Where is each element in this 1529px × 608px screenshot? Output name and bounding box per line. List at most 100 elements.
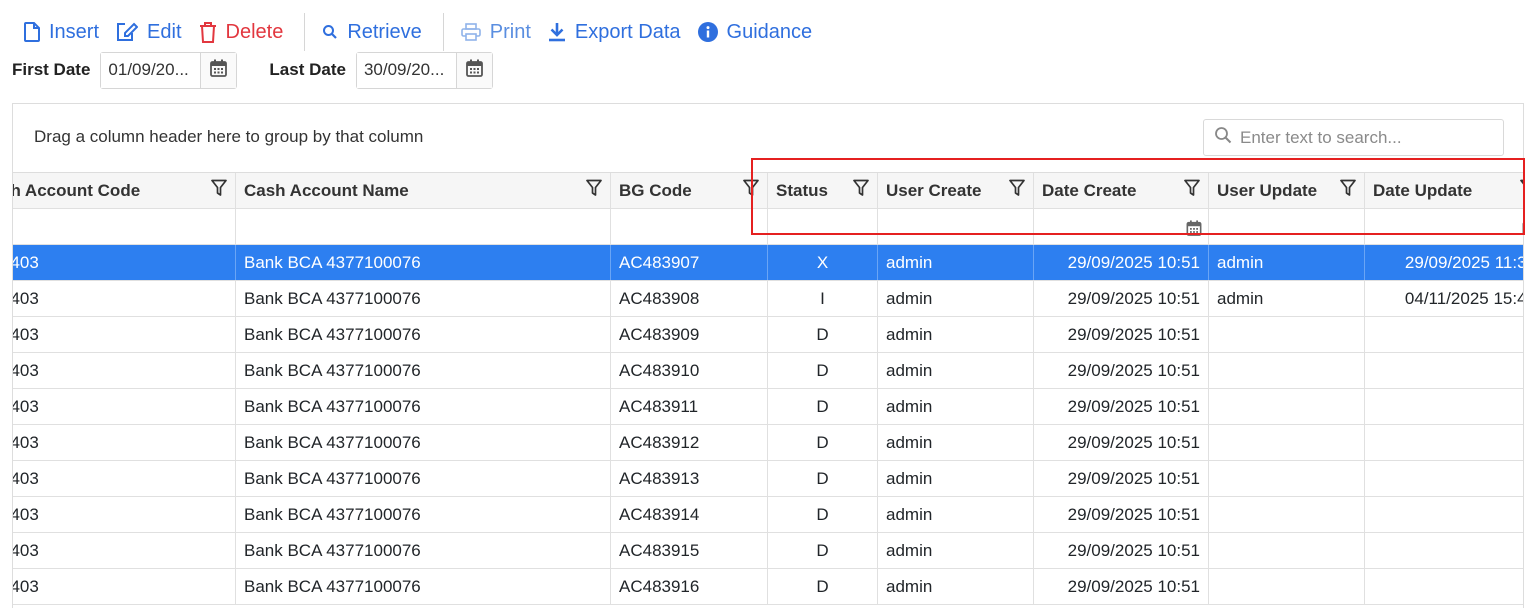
cell-user-create[interactable]: admin — [878, 425, 1034, 460]
cell-status[interactable]: D — [768, 389, 878, 424]
filter-icon[interactable] — [1340, 179, 1356, 202]
cell-cash-account-code[interactable]: 0403 — [13, 245, 236, 280]
cell-cash-account-name[interactable]: Bank BCA 4377100076 — [236, 389, 611, 424]
cell-user-create[interactable]: admin — [878, 317, 1034, 352]
cell-date-update[interactable] — [1365, 353, 1523, 388]
last-date-input[interactable] — [356, 52, 456, 88]
cell-status[interactable]: D — [768, 353, 878, 388]
filter-cell-date-create[interactable] — [1034, 209, 1209, 244]
filter-cell-bg-code[interactable] — [611, 209, 768, 244]
cell-user-update[interactable] — [1209, 425, 1365, 460]
table-row[interactable]: 0403Bank BCA 4377100076AC483909Dadmin29/… — [13, 317, 1523, 353]
column-header-cash-account-name[interactable]: Cash Account Name — [236, 173, 611, 208]
filter-icon[interactable] — [211, 179, 227, 202]
cell-user-update[interactable] — [1209, 533, 1365, 568]
cell-user-update[interactable]: admin — [1209, 281, 1365, 316]
cell-bg-code[interactable]: AC483914 — [611, 497, 768, 532]
column-header-cash-account-code[interactable]: sh Account Code — [13, 173, 236, 208]
column-header-date-create[interactable]: Date Create — [1034, 173, 1209, 208]
insert-button[interactable]: Insert — [20, 13, 112, 51]
cell-cash-account-code[interactable]: 0403 — [13, 281, 236, 316]
cell-user-create[interactable]: admin — [878, 281, 1034, 316]
cell-bg-code[interactable]: AC483913 — [611, 461, 768, 496]
cell-status[interactable]: D — [768, 569, 878, 604]
filter-icon[interactable] — [743, 179, 759, 202]
cell-cash-account-code[interactable]: 0403 — [13, 425, 236, 460]
cell-cash-account-name[interactable]: Bank BCA 4377100076 — [236, 569, 611, 604]
filter-icon[interactable] — [1184, 179, 1200, 202]
cell-cash-account-name[interactable]: Bank BCA 4377100076 — [236, 425, 611, 460]
cell-bg-code[interactable]: AC483911 — [611, 389, 768, 424]
column-header-user-create[interactable]: User Create — [878, 173, 1034, 208]
cell-cash-account-name[interactable]: Bank BCA 4377100076 — [236, 533, 611, 568]
table-row[interactable]: 0403Bank BCA 4377100076AC483916Dadmin29/… — [13, 569, 1523, 605]
cell-date-update[interactable] — [1365, 317, 1523, 352]
first-date-calendar-button[interactable] — [200, 52, 237, 88]
last-date-calendar-button[interactable] — [455, 52, 492, 88]
cell-status[interactable]: D — [768, 425, 878, 460]
table-row[interactable]: 0403Bank BCA 4377100076AC483907Xadmin29/… — [13, 245, 1523, 281]
filter-cell-date-update[interactable] — [1365, 209, 1523, 244]
cell-user-update[interactable] — [1209, 461, 1365, 496]
cell-date-create[interactable]: 29/09/2025 10:51 — [1034, 425, 1209, 460]
cell-date-create[interactable]: 29/09/2025 10:51 — [1034, 497, 1209, 532]
cell-cash-account-code[interactable]: 0403 — [13, 389, 236, 424]
cell-cash-account-code[interactable]: 0403 — [13, 461, 236, 496]
filter-cell-user-create[interactable] — [878, 209, 1034, 244]
table-row[interactable]: 0403Bank BCA 4377100076AC483910Dadmin29/… — [13, 353, 1523, 389]
cell-status[interactable]: D — [768, 497, 878, 532]
table-row[interactable]: 0403Bank BCA 4377100076AC483911Dadmin29/… — [13, 389, 1523, 425]
cell-user-update[interactable] — [1209, 353, 1365, 388]
retrieve-button[interactable]: Retrieve — [318, 13, 434, 51]
cell-date-update[interactable]: 04/11/2025 15:46 — [1365, 281, 1523, 316]
delete-button[interactable]: Delete — [195, 13, 297, 51]
table-row[interactable]: 0403Bank BCA 4377100076AC483913Dadmin29/… — [13, 461, 1523, 497]
cell-cash-account-name[interactable]: Bank BCA 4377100076 — [236, 461, 611, 496]
table-row[interactable]: 0403Bank BCA 4377100076AC483914Dadmin29/… — [13, 497, 1523, 533]
edit-button[interactable]: Edit — [112, 13, 194, 51]
cell-date-update[interactable] — [1365, 425, 1523, 460]
filter-cell-status[interactable] — [768, 209, 878, 244]
grid-search-input[interactable] — [1240, 127, 1500, 148]
cell-user-create[interactable]: admin — [878, 353, 1034, 388]
cell-status[interactable]: I — [768, 281, 878, 316]
cell-user-create[interactable]: admin — [878, 245, 1034, 280]
column-header-bg-code[interactable]: BG Code — [611, 173, 768, 208]
cell-bg-code[interactable]: AC483908 — [611, 281, 768, 316]
cell-bg-code[interactable]: AC483915 — [611, 533, 768, 568]
table-row[interactable]: 0403Bank BCA 4377100076AC483912Dadmin29/… — [13, 425, 1523, 461]
cell-date-update[interactable] — [1365, 389, 1523, 424]
cell-date-create[interactable]: 29/09/2025 10:51 — [1034, 389, 1209, 424]
cell-cash-account-code[interactable]: 0403 — [13, 317, 236, 352]
cell-date-create[interactable]: 29/09/2025 10:51 — [1034, 281, 1209, 316]
cell-status[interactable]: D — [768, 317, 878, 352]
group-panel-hint[interactable]: Drag a column header here to group by th… — [34, 127, 423, 147]
filter-cell-cash-account-code[interactable] — [13, 209, 236, 244]
cell-user-create[interactable]: admin — [878, 497, 1034, 532]
cell-date-update[interactable] — [1365, 497, 1523, 532]
column-header-date-update[interactable]: Date Update — [1365, 173, 1523, 208]
first-date-input[interactable] — [101, 52, 201, 88]
filter-icon[interactable] — [853, 179, 869, 202]
cell-user-update[interactable] — [1209, 569, 1365, 604]
cell-user-create[interactable]: admin — [878, 569, 1034, 604]
cell-cash-account-code[interactable]: 0403 — [13, 533, 236, 568]
cell-bg-code[interactable]: AC483912 — [611, 425, 768, 460]
calendar-icon[interactable] — [1522, 220, 1523, 241]
cell-user-create[interactable]: admin — [878, 533, 1034, 568]
cell-date-update[interactable] — [1365, 533, 1523, 568]
cell-user-update[interactable] — [1209, 317, 1365, 352]
cell-date-create[interactable]: 29/09/2025 10:51 — [1034, 461, 1209, 496]
cell-cash-account-name[interactable]: Bank BCA 4377100076 — [236, 317, 611, 352]
cell-user-create[interactable]: admin — [878, 461, 1034, 496]
cell-cash-account-name[interactable]: Bank BCA 4377100076 — [236, 353, 611, 388]
table-row[interactable]: 0403Bank BCA 4377100076AC483908Iadmin29/… — [13, 281, 1523, 317]
cell-bg-code[interactable]: AC483907 — [611, 245, 768, 280]
cell-status[interactable]: X — [768, 245, 878, 280]
cell-date-create[interactable]: 29/09/2025 10:51 — [1034, 245, 1209, 280]
cell-bg-code[interactable]: AC483910 — [611, 353, 768, 388]
filter-icon[interactable] — [1009, 179, 1025, 202]
cell-cash-account-name[interactable]: Bank BCA 4377100076 — [236, 281, 611, 316]
filter-cell-user-update[interactable] — [1209, 209, 1365, 244]
cell-date-update[interactable] — [1365, 461, 1523, 496]
